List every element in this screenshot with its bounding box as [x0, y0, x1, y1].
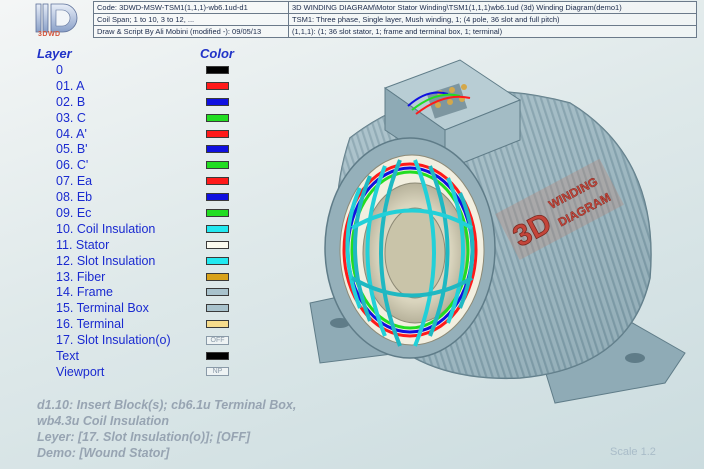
- layer-name: 12. Slot Insulation: [56, 253, 156, 268]
- layer-color-swatch: [206, 193, 229, 202]
- layer-color-swatch: [206, 240, 229, 249]
- layer-color-swatch: [206, 288, 229, 297]
- color-header: Color: [200, 46, 234, 61]
- layer-row[interactable]: 02. B: [56, 94, 236, 110]
- layer-name: 05. B': [56, 142, 88, 157]
- layer-name: 08. Eb: [56, 190, 93, 205]
- layer-row[interactable]: 16. Terminal: [56, 316, 236, 332]
- layer-row[interactable]: 15. Terminal Box: [56, 300, 236, 316]
- footer-line-2: wb4.3u Coil Insulation: [37, 414, 169, 428]
- layer-row[interactable]: 0: [56, 62, 236, 78]
- layer-status-tag: OFF: [206, 335, 229, 345]
- layer-row[interactable]: Text: [56, 348, 236, 364]
- layer-name: 04. A': [56, 126, 87, 141]
- layer-row[interactable]: 06. C': [56, 157, 236, 173]
- info-table: Code: 3DWD-MSW-TSM1(1,1,1)-wb6.1ud-d1 3D…: [93, 1, 697, 38]
- info-parts: (1,1,1): (1; 36 slot stator, 1; frame an…: [288, 25, 697, 38]
- layer-row[interactable]: 08. Eb: [56, 189, 236, 205]
- info-coil-span: Coil Span; 1 to 10, 3 to 12, ...: [93, 13, 289, 26]
- layer-name: 13. Fiber: [56, 269, 106, 284]
- layer-color-swatch: [206, 208, 229, 217]
- footer-notes: d1.10: Insert Block(s); cb6.1u Terminal …: [37, 397, 296, 461]
- layer-name: 14. Frame: [56, 285, 113, 300]
- layer-color-swatch: [206, 161, 229, 170]
- layer-name: 01. A: [56, 78, 85, 93]
- layer-row[interactable]: 03. C: [56, 110, 236, 126]
- info-author: Draw & Script By Ali Mobini (modified -)…: [93, 25, 289, 38]
- layer-name: 06. C': [56, 158, 89, 173]
- logo-caption: 3DWD: [38, 31, 61, 38]
- layer-name: 10. Coil Insulation: [56, 221, 156, 236]
- footer-line-3: Leyer: [17. Slot Insulation(o)]; [OFF]: [37, 430, 251, 444]
- layer-color-swatch: [206, 224, 229, 233]
- layer-name: 07. Ea: [56, 174, 93, 189]
- layer-row[interactable]: Viewport NP: [56, 364, 236, 380]
- layer-name: 03. C: [56, 110, 86, 125]
- layer-color-swatch: [206, 145, 229, 154]
- layer-color-swatch: [206, 304, 229, 313]
- layer-legend: 0 01. A 02. B 03. C 04. A' 05. B' 06. C' 07. Ea…: [56, 62, 236, 380]
- footer-line-4: Demo: [Wound Stator]: [37, 446, 170, 460]
- layer-color-swatch: [206, 65, 229, 74]
- footer-line-1: d1.10: Insert Block(s); cb6.1u Terminal …: [37, 398, 297, 412]
- layer-row[interactable]: 01. A: [56, 78, 236, 94]
- layer-name: 11. Stator: [56, 237, 110, 252]
- layer-row[interactable]: 10. Coil Insulation: [56, 221, 236, 237]
- layer-name: Text: [56, 348, 79, 363]
- layer-name: 16. Terminal: [56, 317, 124, 332]
- info-code: Code: 3DWD-MSW-TSM1(1,1,1)-wb6.1ud-d1: [93, 1, 289, 14]
- layer-color-swatch: [206, 272, 229, 281]
- motor-3d-view[interactable]: 3D WINDING DIAGRAM: [290, 48, 700, 458]
- info-description: TSM1: Three phase, Single layer, Mush wi…: [288, 13, 697, 26]
- layer-name: 0: [56, 62, 63, 77]
- layer-color-swatch: [206, 113, 229, 122]
- layer-name: 09. Ec: [56, 205, 92, 220]
- layer-status-tag: NP: [206, 367, 229, 377]
- layer-row[interactable]: 12. Slot Insulation: [56, 253, 236, 269]
- layer-row[interactable]: 04. A': [56, 126, 236, 142]
- layer-row[interactable]: 13. Fiber: [56, 269, 236, 285]
- layer-color-swatch: [206, 256, 229, 265]
- layer-row[interactable]: 11. Stator: [56, 237, 236, 253]
- layer-row[interactable]: 17. Slot Insulation(o) OFF: [56, 332, 236, 348]
- layer-row[interactable]: 07. Ea: [56, 173, 236, 189]
- layer-row[interactable]: 05. B': [56, 141, 236, 157]
- layer-color-swatch: [206, 97, 229, 106]
- layer-name: 15. Terminal Box: [56, 301, 149, 316]
- layer-row[interactable]: 09. Ec: [56, 205, 236, 221]
- layer-color-swatch: [206, 81, 229, 90]
- layer-color-swatch: [206, 177, 229, 186]
- layer-color-swatch: [206, 351, 229, 360]
- layer-color-swatch: [206, 320, 229, 329]
- layer-name: 17. Slot Insulation(o): [56, 333, 171, 348]
- layer-row[interactable]: 14. Frame: [56, 284, 236, 300]
- info-title: 3D WINDING DIAGRAM\Motor Stator Winding\…: [288, 1, 697, 14]
- layer-name: 02. B: [56, 94, 86, 109]
- layer-header: Layer: [37, 46, 72, 61]
- layer-name: Viewport: [56, 364, 105, 379]
- layer-color-swatch: [206, 129, 229, 138]
